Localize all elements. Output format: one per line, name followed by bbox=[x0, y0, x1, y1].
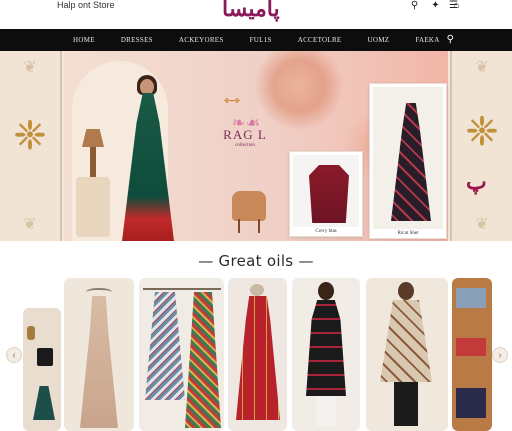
side-table bbox=[76, 177, 110, 237]
brand-mark: پ bbox=[466, 169, 487, 195]
nav-item-fulls[interactable]: FUL1S bbox=[250, 36, 272, 44]
main-nav: HOME DRESSES ACKEYORES FUL1S ACCETOLRE U… bbox=[0, 29, 512, 51]
ornament-icon: ❦ bbox=[475, 214, 489, 233]
gown-garment bbox=[391, 103, 431, 221]
card-image bbox=[373, 87, 443, 229]
dress-item bbox=[33, 386, 55, 420]
nav-item-faeka[interactable]: FAEKA bbox=[415, 36, 439, 44]
hero-side-panel-left: ❦ ❈ ❦ bbox=[0, 51, 62, 241]
hero-banner[interactable]: ❦ ❈ ❦ ✤━✤ ❧ ☙ RAG L collection Crecy hta… bbox=[0, 51, 512, 241]
ornament-icon: ❦ bbox=[23, 214, 37, 233]
shirt-garment bbox=[309, 165, 349, 223]
store-name[interactable]: Halp ont Store bbox=[57, 0, 115, 10]
product-carousel: ‹ › bbox=[0, 278, 512, 431]
printed-dress-green bbox=[185, 292, 221, 428]
collection-subtitle: collection bbox=[235, 143, 255, 148]
product-card[interactable] bbox=[292, 278, 360, 431]
paisley-ornament-icon: ❈ bbox=[13, 113, 47, 159]
menu-icon[interactable]: ☰ bbox=[449, 0, 458, 11]
patterned-jacket bbox=[380, 300, 432, 382]
collection-title: RAG L bbox=[223, 127, 267, 142]
nav-item-uomz[interactable]: UOMZ bbox=[368, 36, 390, 44]
mannequin-head bbox=[250, 284, 264, 296]
leggings bbox=[316, 396, 336, 426]
carousel-prev-button[interactable]: ‹ bbox=[6, 347, 22, 363]
product-card[interactable] bbox=[228, 278, 287, 431]
ornament-icon: ❦ bbox=[475, 57, 489, 76]
nav-item-home[interactable]: HOME bbox=[73, 36, 95, 44]
red-dress bbox=[236, 296, 280, 420]
beige-gown bbox=[80, 296, 118, 428]
vase-item bbox=[27, 326, 35, 340]
hero-side-panel-right: ❦ ❈ پ ❦ bbox=[450, 51, 512, 241]
twitter-icon[interactable]: ✦ bbox=[430, 0, 441, 11]
model-head bbox=[398, 282, 414, 300]
ornament-icon: ✤━✤ bbox=[224, 98, 240, 105]
featured-card-shirt[interactable]: Crecy htas bbox=[289, 151, 363, 237]
search-icon[interactable]: ⚲ bbox=[409, 0, 420, 11]
nav-item-dresses[interactable]: DRESSES bbox=[121, 36, 153, 44]
product-card[interactable] bbox=[452, 278, 492, 431]
brand-logo[interactable]: پامیسا bbox=[222, 0, 280, 22]
card-caption: Crecy htas bbox=[315, 229, 337, 234]
clothing-rack bbox=[143, 288, 221, 290]
bag-item bbox=[37, 348, 53, 366]
top-bar: Halp ont Store پامیسا ⚲ ✦ ⌂ bbox=[0, 0, 512, 29]
armchair-legs bbox=[238, 219, 260, 233]
black-trousers bbox=[394, 382, 418, 426]
folded-clothes bbox=[456, 338, 486, 356]
nav-search-icon[interactable]: ⚲ bbox=[447, 34, 454, 45]
folded-clothes bbox=[456, 388, 486, 418]
section-title: — Great oils — bbox=[198, 252, 314, 270]
paisley-ornament-icon: ❈ bbox=[465, 109, 499, 155]
card-caption: Ricut Shet bbox=[397, 231, 419, 236]
featured-card-gown[interactable]: Ricut Shet bbox=[369, 83, 447, 239]
ornament-icon: ❦ bbox=[23, 57, 37, 76]
product-card[interactable] bbox=[64, 278, 134, 431]
armchair bbox=[232, 191, 266, 221]
card-image bbox=[293, 155, 359, 227]
lamp-base bbox=[90, 147, 96, 177]
product-card[interactable] bbox=[23, 308, 61, 431]
printed-dress-blue bbox=[145, 292, 185, 400]
collection-logo: ❧ ☙ RAG L collection bbox=[211, 113, 279, 148]
black-kurta bbox=[306, 300, 346, 396]
hanger-icon bbox=[86, 288, 112, 296]
model-head bbox=[318, 282, 334, 300]
hero-main-image: ✤━✤ ❧ ☙ RAG L collection Crecy htas Ricu… bbox=[64, 51, 448, 241]
nav-item-accessories[interactable]: ACKEYORES bbox=[179, 36, 224, 44]
product-card[interactable] bbox=[139, 278, 224, 431]
model-head bbox=[140, 79, 154, 95]
folded-clothes bbox=[456, 288, 486, 308]
product-card[interactable] bbox=[366, 278, 448, 431]
carousel-next-button[interactable]: › bbox=[492, 347, 508, 363]
nav-item-accetolre[interactable]: ACCETOLRE bbox=[298, 36, 342, 44]
